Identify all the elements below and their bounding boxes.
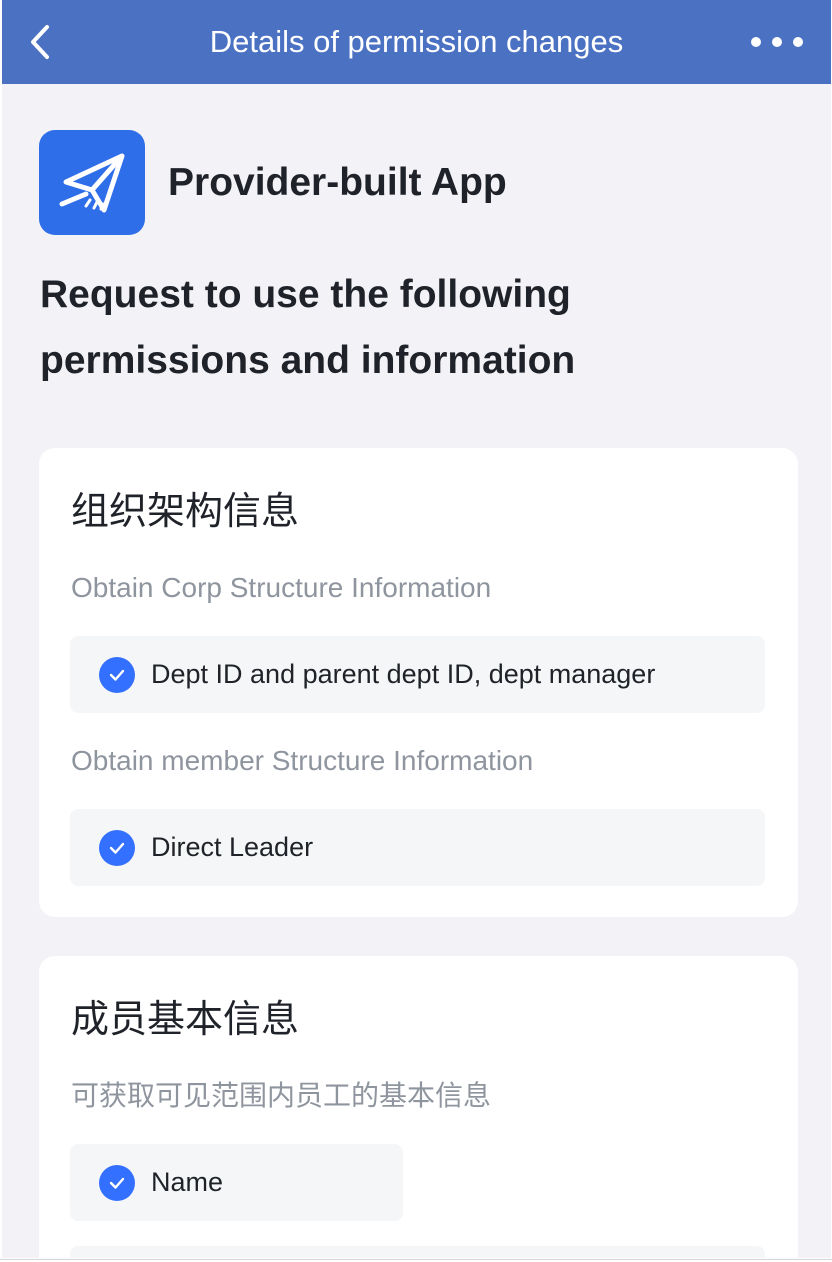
- more-dot: [793, 37, 803, 47]
- request-heading: Request to use the following permissions…: [40, 273, 576, 382]
- check-circle-icon: [99, 656, 135, 693]
- check-circle-icon: [99, 1164, 135, 1201]
- app-logo: [39, 130, 145, 235]
- permission-group-label: Obtain member Structure Information: [71, 745, 534, 776]
- permission-item-label: Direct Leader: [151, 832, 314, 862]
- page-title: Details of permission changes: [209, 24, 624, 59]
- section-title: 组织架构信息: [71, 491, 300, 533]
- bottom-divider: [0, 1259, 832, 1260]
- check-circle-icon: [99, 829, 135, 866]
- permission-item: Name: [70, 1144, 403, 1221]
- permission-group-label: Obtain Corp Structure Information: [71, 572, 492, 603]
- permission-group-label: 可获取可见范围内员工的基本信息: [71, 1080, 492, 1111]
- more-dot: [751, 37, 761, 47]
- more-dot: [772, 37, 782, 47]
- more-button[interactable]: [751, 24, 803, 60]
- app-name: Provider-built App: [168, 161, 507, 204]
- permission-card-org-structure: 组织架构信息 Obtain Corp Structure Information…: [39, 448, 798, 917]
- permission-item-partial: [70, 1246, 765, 1258]
- permission-item: Direct Leader: [70, 809, 765, 886]
- navigation-bar: Details of permission changes: [2, 0, 831, 84]
- permission-item-label: Dept ID and parent dept ID, dept manager: [151, 659, 656, 689]
- permission-card-member-basic-info: 成员基本信息 可获取可见范围内员工的基本信息 Name: [39, 956, 798, 1258]
- permission-item: Dept ID and parent dept ID, dept manager: [70, 636, 765, 713]
- permission-details-screen: Details of permission changes Provider-b…: [2, 0, 831, 1258]
- paper-plane-logo-icon: [59, 153, 125, 212]
- section-title: 成员基本信息: [71, 999, 300, 1041]
- permission-item-label: Name: [151, 1167, 224, 1197]
